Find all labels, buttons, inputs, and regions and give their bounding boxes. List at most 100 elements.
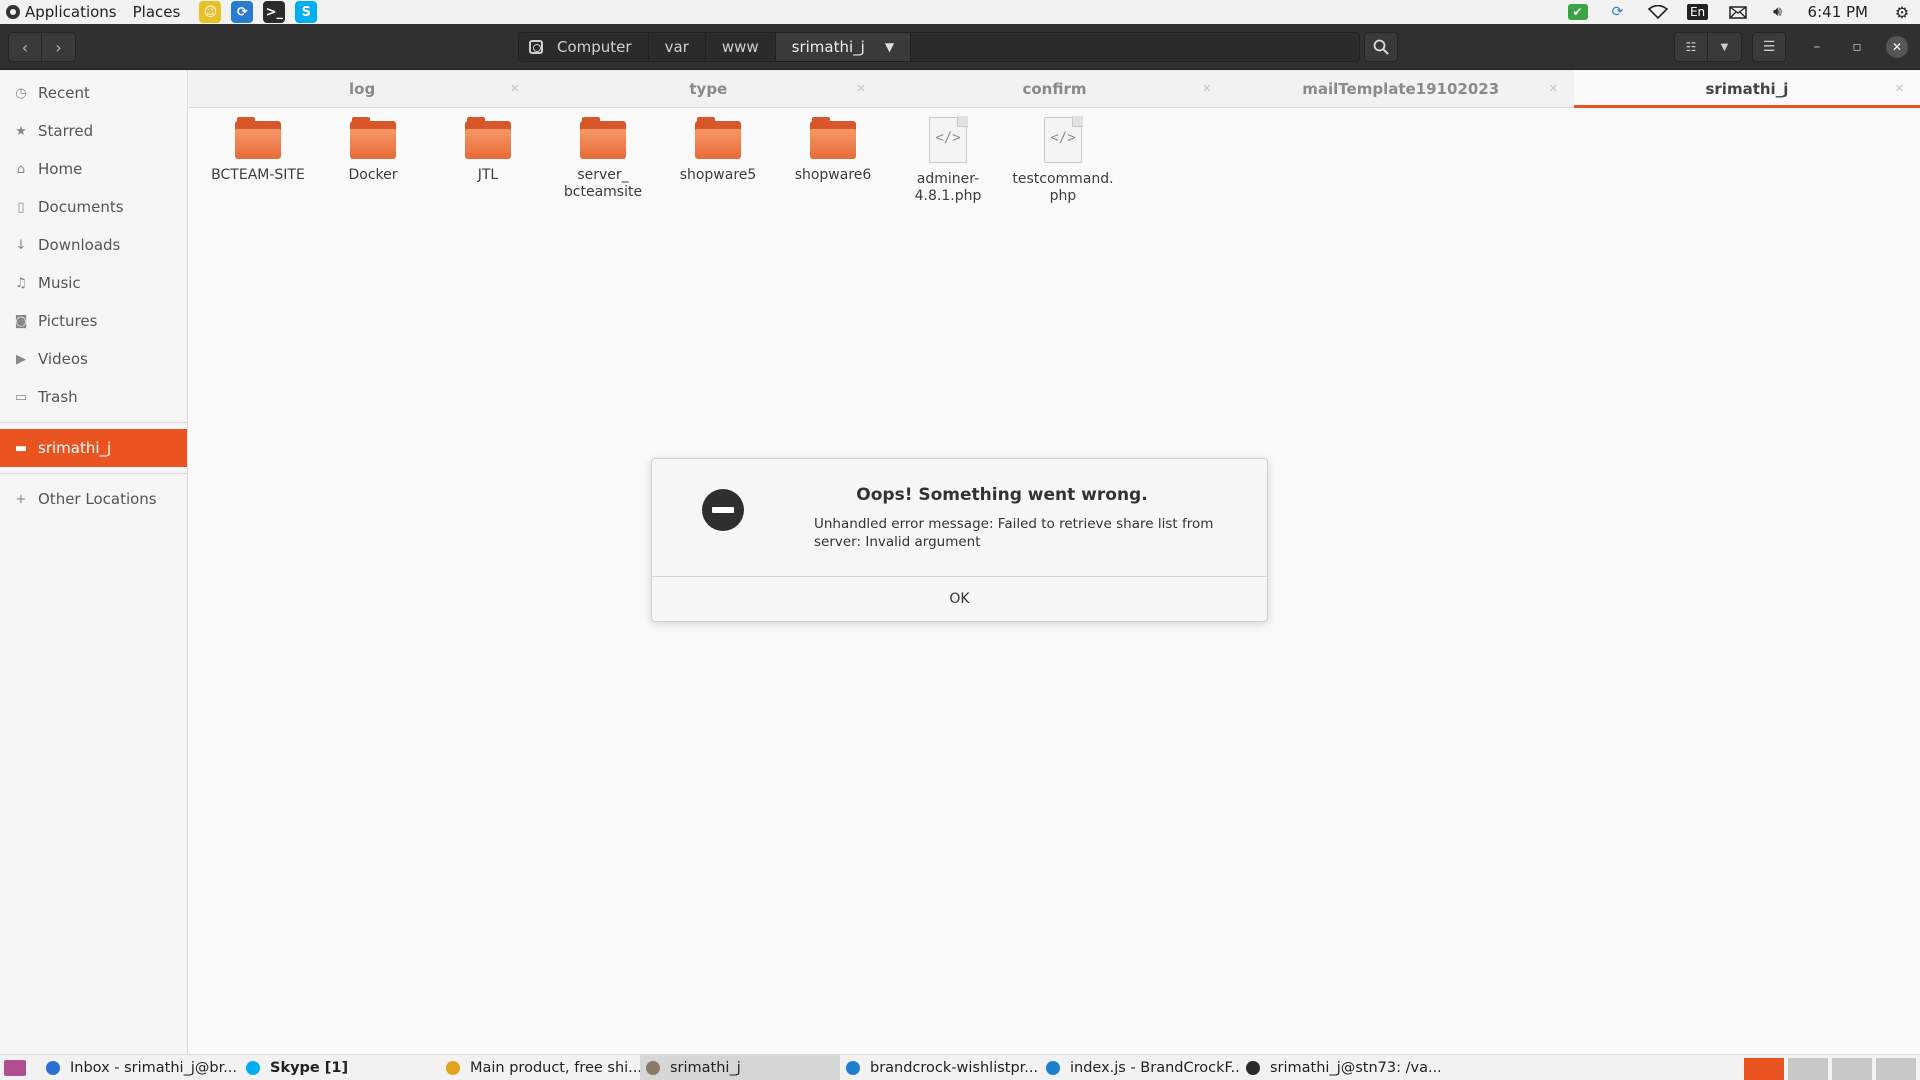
applications-menu[interactable]: Applications xyxy=(0,0,125,24)
back-button[interactable]: ‹ xyxy=(8,32,42,62)
file-item[interactable]: </> adminer-4.8.1.php xyxy=(893,116,1003,205)
file-item[interactable]: </> testcommand.php xyxy=(1008,116,1118,205)
error-icon xyxy=(702,489,744,531)
sidebar-item-music[interactable]: ♫ Music xyxy=(0,264,187,302)
folder-item[interactable]: shopware6 xyxy=(778,117,888,184)
wifi-icon[interactable] xyxy=(1646,1,1670,23)
volume-icon[interactable]: 🔊︎ xyxy=(1766,1,1790,23)
taskbar-item-label: srimathi_j xyxy=(670,1059,741,1076)
close-icon[interactable]: ✕ xyxy=(856,82,865,95)
tab-log[interactable]: log ✕ xyxy=(189,70,535,107)
clock[interactable]: 6:41 PM xyxy=(1808,3,1868,21)
taskbar-item-skype-1[interactable]: Skype [1] xyxy=(240,1055,440,1080)
close-icon[interactable]: ✕ xyxy=(1895,82,1904,95)
close-icon[interactable]: ✕ xyxy=(1549,82,1558,95)
file-name: adminer-4.8.1.php xyxy=(914,171,982,204)
hamburger-icon: ☰ xyxy=(1762,39,1776,55)
chevron-right-icon: › xyxy=(55,37,62,57)
sync-icon[interactable]: ⟳ xyxy=(231,1,254,23)
close-icon[interactable]: ✕ xyxy=(510,82,519,95)
file-grid: BCTEAM-SITE Docker JTL server_ bcteamsite sh… xyxy=(189,112,1920,272)
skype-icon[interactable]: S xyxy=(295,1,318,23)
taskbar-item-brandcrock-wishlistpr[interactable]: brandcrock-wishlistpr... xyxy=(840,1055,1040,1080)
breadcrumb-computer[interactable]: Computer xyxy=(519,33,649,61)
workspace-2[interactable] xyxy=(1788,1058,1828,1080)
chrome-icon xyxy=(446,1060,460,1075)
thunderbird-icon xyxy=(46,1060,60,1075)
star-icon: ★ xyxy=(15,123,27,139)
folder-icon xyxy=(695,117,741,159)
sidebar-item-label: Videos xyxy=(38,350,88,368)
folder-icon xyxy=(350,117,396,159)
sidebar-item-pictures[interactable]: ◙ Pictures xyxy=(0,302,187,340)
sidebar-item-label: Music xyxy=(38,274,81,292)
chevron-down-icon: ▼ xyxy=(1720,41,1729,53)
taskbar-item-label: Main product, free shi... xyxy=(470,1059,640,1076)
tab-mailtemplate19102023[interactable]: mailTemplate19102023 ✕ xyxy=(1228,70,1574,107)
sidebar-item-documents[interactable]: ▯ Documents xyxy=(0,188,187,226)
workspace-4[interactable] xyxy=(1876,1058,1916,1080)
terminal-icon xyxy=(1246,1060,1260,1075)
sidebar-item-srimathi-j[interactable]: ▬ srimathi_j xyxy=(0,429,187,467)
tab-type[interactable]: type ✕ xyxy=(535,70,881,107)
tab-confirm[interactable]: confirm ✕ xyxy=(881,70,1227,107)
search-button[interactable] xyxy=(1364,32,1398,62)
workspace-3[interactable] xyxy=(1832,1058,1872,1080)
view-mode-button[interactable]: ☷ xyxy=(1674,32,1708,62)
taskbar-item-srimathi-j[interactable]: srimathi_j xyxy=(640,1054,840,1080)
sidebar-item-starred[interactable]: ★ Starred xyxy=(0,112,187,150)
menu-button[interactable]: ☰ xyxy=(1752,32,1786,62)
view-options-button[interactable]: ▼ xyxy=(1708,32,1742,62)
applications-menu-label: Applications xyxy=(25,3,117,21)
sun-face-icon[interactable]: ☺ xyxy=(199,1,222,23)
sidebar-item-recent[interactable]: ◷ Recent xyxy=(0,74,187,112)
breadcrumb-srimathi-j[interactable]: srimathi_j ▼ xyxy=(775,33,912,61)
document-icon: ▯ xyxy=(17,199,25,215)
terminal-icon[interactable]: >_ xyxy=(263,1,286,23)
places-menu[interactable]: Places xyxy=(125,0,189,24)
sidebar-item-trash[interactable]: ▭ Trash xyxy=(0,378,187,416)
sidebar-item-label: Starred xyxy=(38,122,94,140)
show-desktop-button[interactable] xyxy=(4,1059,26,1076)
mail-icon[interactable] xyxy=(1726,1,1750,23)
maximize-button[interactable]: ▫ xyxy=(1846,36,1868,58)
minimize-button[interactable]: – xyxy=(1806,36,1828,58)
taskbar-item-label: Inbox - srimathi_j@br... xyxy=(70,1059,238,1076)
forward-button[interactable]: › xyxy=(42,32,76,62)
close-button[interactable]: ✕ xyxy=(1886,36,1908,58)
file-name: testcommand.php xyxy=(1012,171,1114,204)
home-icon: ⌂ xyxy=(16,161,26,177)
folder-item[interactable]: JTL xyxy=(433,117,543,184)
workspace-1[interactable] xyxy=(1744,1058,1784,1080)
ok-button[interactable]: OK xyxy=(652,577,1267,621)
sidebar: ◷ Recent ★ Starred ⌂ Home ▯ Documents ↓ Downloads… xyxy=(0,70,188,1054)
taskbar: Inbox - srimathi_j@br... Skype [1] Main pr… xyxy=(0,1054,1920,1080)
sync-icon[interactable]: ⟳ xyxy=(1606,1,1630,23)
close-icon[interactable]: ✕ xyxy=(1202,82,1211,95)
folder-item[interactable]: Docker xyxy=(318,117,428,184)
sidebar-item-videos[interactable]: ▶ Videos xyxy=(0,340,187,378)
sidebar-item-home[interactable]: ⌂ Home xyxy=(0,150,187,188)
breadcrumb-www[interactable]: www xyxy=(706,33,776,61)
keyboard-layout-indicator[interactable]: En xyxy=(1686,1,1710,23)
breadcrumb-var[interactable]: var xyxy=(649,33,706,61)
gear-icon[interactable]: ⚙ xyxy=(1890,1,1914,23)
taskbar-item-inbox-srimathi-j-br[interactable]: Inbox - srimathi_j@br... xyxy=(40,1055,240,1080)
folder-item[interactable]: server_ bcteamsite xyxy=(548,117,658,201)
clock-icon: ◷ xyxy=(15,85,27,101)
trash-icon: ▭ xyxy=(14,389,28,405)
sidebar-item-downloads[interactable]: ↓ Downloads xyxy=(0,226,187,264)
chevron-left-icon: ‹ xyxy=(21,37,29,57)
search-icon xyxy=(1373,39,1389,55)
sidebar-item-label: Trash xyxy=(38,388,78,406)
tab-label: type xyxy=(689,79,728,98)
folder-item[interactable]: shopware5 xyxy=(663,117,773,184)
update-check-icon[interactable]: ✔ xyxy=(1566,1,1590,23)
folder-item[interactable]: BCTEAM-SITE xyxy=(203,117,313,184)
taskbar-item-index-js-brandcrockf[interactable]: index.js - BrandCrockF... xyxy=(1040,1055,1240,1080)
chevron-down-icon[interactable]: ▼ xyxy=(885,40,894,54)
taskbar-item-main-product-free-shi[interactable]: Main product, free shi... xyxy=(440,1055,640,1080)
tab-srimathi-j[interactable]: srimathi_j ✕ xyxy=(1573,70,1920,108)
taskbar-item-srimathi-j-stn73-va[interactable]: srimathi_j@stn73: /va... xyxy=(1240,1055,1440,1080)
sidebar-item-other-locations[interactable]: + Other Locations xyxy=(0,480,187,518)
